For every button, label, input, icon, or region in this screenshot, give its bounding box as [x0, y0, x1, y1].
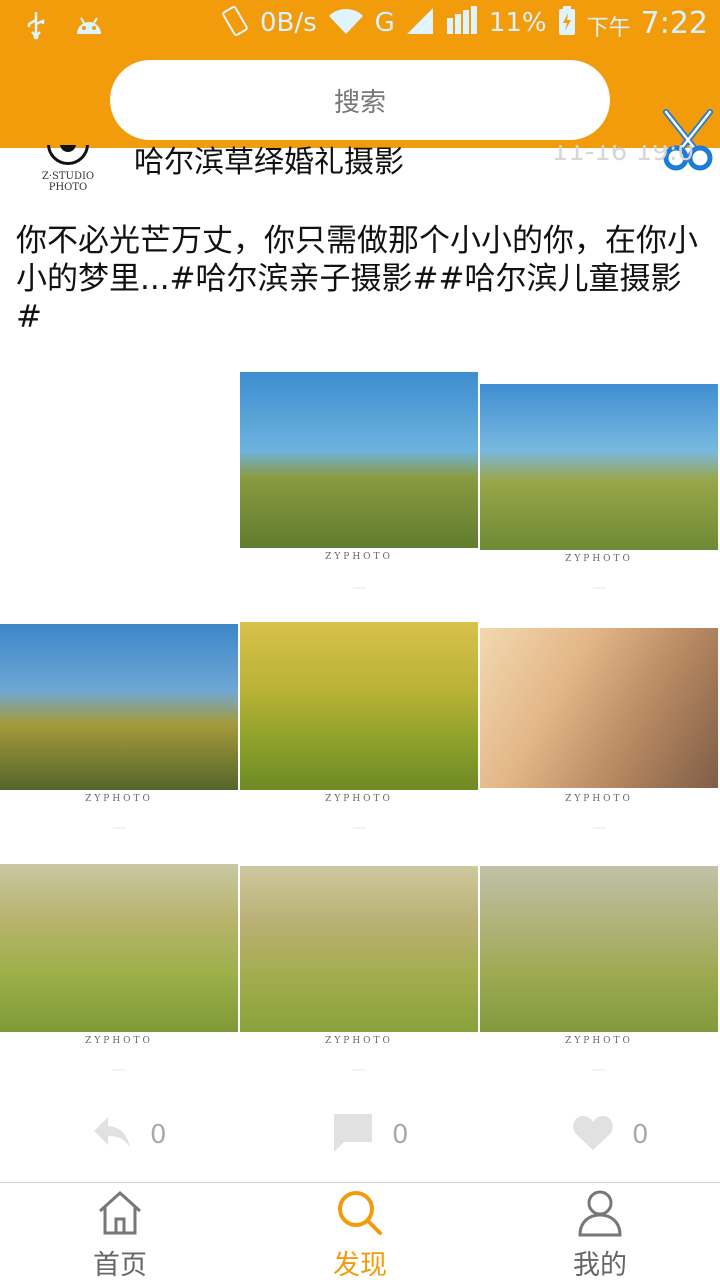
photo-4[interactable]: ZYPHOTO ·····: [0, 608, 238, 846]
photo-subwatermark: ·····: [592, 584, 606, 593]
reply-icon: [92, 1115, 132, 1155]
network-type: G: [374, 8, 395, 38]
photo-watermark: ZYPHOTO: [85, 1036, 153, 1046]
android-icon: [74, 12, 104, 42]
comment-button[interactable]: 0: [332, 1100, 452, 1170]
network-speed: 0B/s: [259, 8, 317, 38]
photo-watermark: ZYPHOTO: [325, 794, 393, 804]
author-avatar[interactable]: Z·STUDIO PHOTO: [22, 145, 114, 193]
search-placeholder: 搜索: [333, 87, 386, 118]
wifi-icon: [327, 6, 365, 40]
post-header: Z·STUDIO PHOTO 哈尔滨草绎婚礼摄影 11-16 19:0: [0, 145, 720, 205]
photo-watermark: ZYPHOTO: [565, 554, 633, 564]
signal-icon: [405, 6, 435, 40]
post-text: 你不必光芒万丈，你只需做那个小小的你，在你小小的梦里...#哈尔滨亲子摄影##哈…: [16, 223, 698, 335]
home-icon: [96, 1189, 144, 1237]
tab-discover[interactable]: 发现: [240, 1183, 480, 1280]
photo-2[interactable]: ZYPHOTO ·····: [240, 368, 478, 606]
photo-1[interactable]: [0, 368, 238, 606]
ampm-label: 下午: [586, 16, 631, 41]
photo-grid: ZYPHOTO ····· ZYPHOTO ····· ZYPHOTO ····…: [0, 368, 720, 1088]
photo-6[interactable]: ZYPHOTO ·····: [480, 608, 718, 846]
photo-subwatermark: ·····: [352, 584, 366, 593]
tab-profile[interactable]: 我的: [480, 1183, 720, 1280]
comment-count: 0: [392, 1120, 409, 1150]
battery-charging-icon: [557, 5, 577, 41]
app-header: 搜索: [0, 50, 720, 148]
post-time: 11-16 19:0: [551, 145, 694, 167]
photo-watermark: ZYPHOTO: [565, 794, 633, 804]
user-icon: [576, 1189, 624, 1237]
photo-subwatermark: ·····: [592, 824, 606, 833]
comment-icon: [332, 1112, 374, 1158]
photo-subwatermark: ·····: [592, 1066, 606, 1075]
brand-text: Z·STUDIO PHOTO: [41, 171, 95, 193]
photo-subwatermark: ·····: [352, 1066, 366, 1075]
tab-discover-label: 发现: [333, 1250, 387, 1280]
photo-watermark: ZYPHOTO: [325, 1036, 393, 1046]
search-input[interactable]: 搜索: [110, 60, 610, 140]
photo-watermark: ZYPHOTO: [325, 552, 393, 562]
signal-unknown-icon: [445, 6, 479, 40]
author-name[interactable]: 哈尔滨草绎婚礼摄影: [134, 145, 404, 181]
eye-logo-icon: [47, 145, 89, 165]
tab-home-label: 首页: [93, 1250, 147, 1280]
photo-subwatermark: ·····: [352, 824, 366, 833]
search-icon: [336, 1189, 384, 1237]
like-button[interactable]: 0: [572, 1100, 692, 1170]
like-count: 0: [632, 1120, 649, 1150]
status-bar: 0B/s G 11% 下午 7:22: [0, 0, 720, 50]
battery-percent: 11%: [488, 8, 547, 38]
post-actions: 0 0 0: [0, 1100, 720, 1170]
usb-icon: [24, 10, 48, 44]
photo-8[interactable]: ZYPHOTO ·····: [240, 850, 478, 1088]
photo-3[interactable]: ZYPHOTO ·····: [480, 368, 718, 606]
photo-5[interactable]: ZYPHOTO ·····: [240, 608, 478, 846]
share-count: 0: [150, 1120, 167, 1150]
photo-subwatermark: ·····: [112, 824, 126, 833]
heart-icon: [572, 1114, 614, 1156]
bottom-tab-bar: 首页 发现 我的: [0, 1182, 720, 1280]
clock: 7:22: [640, 5, 708, 41]
photo-watermark: ZYPHOTO: [565, 1036, 633, 1046]
photo-9[interactable]: ZYPHOTO ·····: [480, 850, 718, 1088]
vibrate-icon: [220, 4, 250, 42]
tab-home[interactable]: 首页: [0, 1183, 240, 1280]
tab-profile-label: 我的: [573, 1250, 627, 1280]
photo-watermark: ZYPHOTO: [85, 794, 153, 804]
photo-7[interactable]: ZYPHOTO ·····: [0, 850, 238, 1088]
share-button[interactable]: 0: [92, 1100, 212, 1170]
photo-subwatermark: ·····: [112, 1066, 126, 1075]
